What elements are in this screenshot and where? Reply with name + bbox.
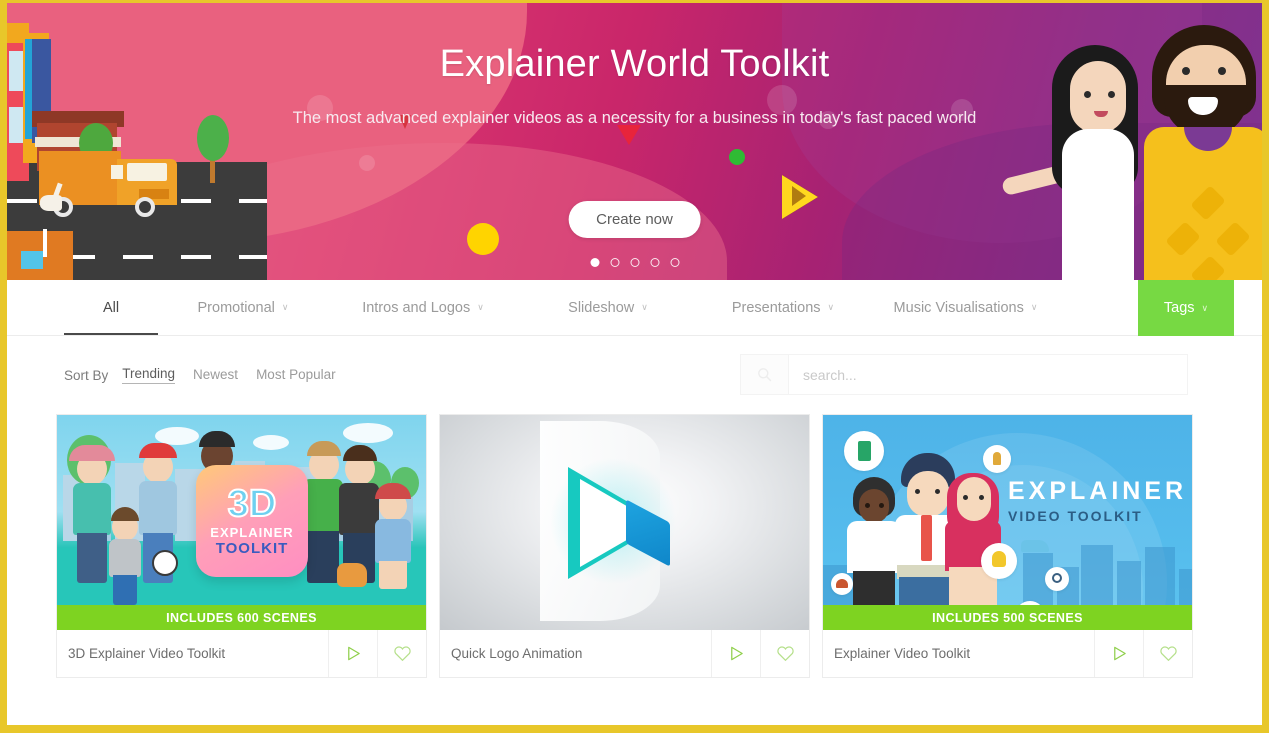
search-button[interactable] bbox=[740, 354, 788, 395]
thumb-text-line1: 3D bbox=[227, 483, 278, 525]
hero-red-marker-decoration bbox=[617, 125, 641, 145]
card-thumbnail[interactable] bbox=[440, 415, 809, 630]
search-input[interactable] bbox=[788, 354, 1188, 395]
video-card-grid: 3D EXPLAINER TOOLKIT INCLUDES 600 SCENES… bbox=[7, 414, 1262, 678]
card-footer: Explainer Video Toolkit bbox=[823, 630, 1192, 677]
sort-option-most-popular[interactable]: Most Popular bbox=[256, 367, 336, 384]
thumbnail-title-block: EXPLAINER VIDEO TOOLKIT bbox=[1008, 477, 1187, 524]
heart-icon bbox=[776, 646, 794, 662]
thumb-text-line2: EXPLAINER bbox=[1008, 477, 1188, 505]
scenes-badge: INCLUDES 500 SCENES bbox=[823, 605, 1192, 630]
card-footer: 3D Explainer Video Toolkit bbox=[57, 630, 426, 677]
play-icon bbox=[1113, 646, 1126, 661]
carousel-dots[interactable] bbox=[590, 258, 679, 267]
nav-item-music-visualisations[interactable]: Music Visualisations ∨ bbox=[868, 280, 1063, 335]
video-card[interactable]: 3D EXPLAINER TOOLKIT INCLUDES 600 SCENES… bbox=[56, 414, 427, 678]
thumb-text-line3: VIDEO TOOLKIT bbox=[1008, 508, 1143, 524]
nav-item-promotional[interactable]: Promotional ∨ bbox=[158, 280, 328, 335]
card-footer: Quick Logo Animation bbox=[440, 630, 809, 677]
carousel-dot-2[interactable] bbox=[610, 258, 619, 267]
nav-item-label: All bbox=[102, 299, 120, 316]
nav-item-label: Music Visualisations bbox=[893, 299, 1024, 316]
play-icon bbox=[730, 646, 743, 661]
nav-item-slideshow[interactable]: Slideshow ∨ bbox=[518, 280, 698, 335]
carousel-dot-5[interactable] bbox=[670, 258, 679, 267]
card-thumbnail[interactable]: 3D EXPLAINER TOOLKIT INCLUDES 600 SCENES bbox=[57, 415, 426, 630]
category-nav: All Promotional ∨ Intros and Logos ∨ Sli… bbox=[7, 280, 1262, 336]
play-triangle-inner-icon bbox=[792, 186, 806, 206]
carousel-dot-4[interactable] bbox=[650, 258, 659, 267]
chevron-down-icon: ∨ bbox=[281, 302, 289, 312]
thumb-text-line2: EXPLAINER bbox=[210, 525, 294, 540]
video-card[interactable]: EXPLAINER VIDEO TOOLKIT INCLUDES 500 SCE… bbox=[822, 414, 1193, 678]
nav-item-label: Promotional bbox=[197, 299, 275, 316]
video-card[interactable]: Quick Logo Animation bbox=[439, 414, 810, 678]
card-title: Quick Logo Animation bbox=[451, 646, 583, 661]
chevron-down-icon: ∨ bbox=[477, 302, 484, 312]
card-play-button[interactable] bbox=[1094, 630, 1143, 677]
sort-bar: Sort By Trending Newest Most Popular bbox=[7, 336, 1262, 414]
chevron-down-icon: ∨ bbox=[1201, 302, 1209, 313]
nav-item-all[interactable]: All bbox=[64, 280, 158, 335]
thumb-text-line3: TOOLKIT bbox=[215, 540, 289, 557]
nav-item-label: Presentations bbox=[731, 299, 821, 316]
heart-icon bbox=[393, 646, 411, 662]
search-bar bbox=[740, 354, 1188, 395]
sort-option-newest[interactable]: Newest bbox=[193, 367, 238, 384]
create-now-button[interactable]: Create now bbox=[568, 201, 701, 238]
hero-bubble-decoration bbox=[359, 155, 375, 171]
search-icon bbox=[758, 368, 772, 382]
hero-yellow-dot-decoration bbox=[467, 223, 499, 255]
nav-item-label: Intros and Logos bbox=[362, 299, 471, 316]
page-root: Explainer World Toolkit The most advance… bbox=[0, 0, 1269, 733]
nav-item-label: Slideshow bbox=[568, 299, 635, 316]
card-title: Explainer Video Toolkit bbox=[834, 646, 971, 661]
carousel-dot-3[interactable] bbox=[630, 258, 639, 267]
sort-option-trending[interactable]: Trending bbox=[122, 366, 176, 384]
hero-green-dot-decoration bbox=[729, 149, 745, 165]
heart-icon bbox=[1159, 646, 1177, 662]
carousel-dot-1[interactable] bbox=[590, 258, 599, 267]
hero-banner: Explainer World Toolkit The most advance… bbox=[7, 3, 1262, 280]
hero-characters-illustration bbox=[782, 3, 1262, 280]
sort-by-label: Sort By bbox=[64, 367, 109, 383]
chevron-down-icon: ∨ bbox=[641, 302, 648, 312]
card-play-button[interactable] bbox=[328, 630, 377, 677]
tags-button[interactable]: Tags ∨ bbox=[1138, 280, 1234, 336]
card-favorite-button[interactable] bbox=[1143, 630, 1192, 677]
play-icon bbox=[347, 646, 360, 661]
scenes-badge: INCLUDES 600 SCENES bbox=[57, 605, 426, 630]
nav-item-presentations[interactable]: Presentations ∨ bbox=[698, 280, 868, 335]
chevron-down-icon: ∨ bbox=[1030, 302, 1038, 312]
card-title: 3D Explainer Video Toolkit bbox=[68, 646, 226, 661]
card-play-button[interactable] bbox=[711, 630, 760, 677]
chevron-down-icon: ∨ bbox=[827, 302, 835, 312]
thumbnail-logo: 3D EXPLAINER TOOLKIT bbox=[196, 465, 308, 577]
card-favorite-button[interactable] bbox=[377, 630, 426, 677]
tags-button-label: Tags bbox=[1163, 300, 1195, 316]
card-favorite-button[interactable] bbox=[760, 630, 809, 677]
card-thumbnail[interactable]: EXPLAINER VIDEO TOOLKIT INCLUDES 500 SCE… bbox=[823, 415, 1192, 630]
nav-item-intros-and-logos[interactable]: Intros and Logos ∨ bbox=[328, 280, 518, 335]
